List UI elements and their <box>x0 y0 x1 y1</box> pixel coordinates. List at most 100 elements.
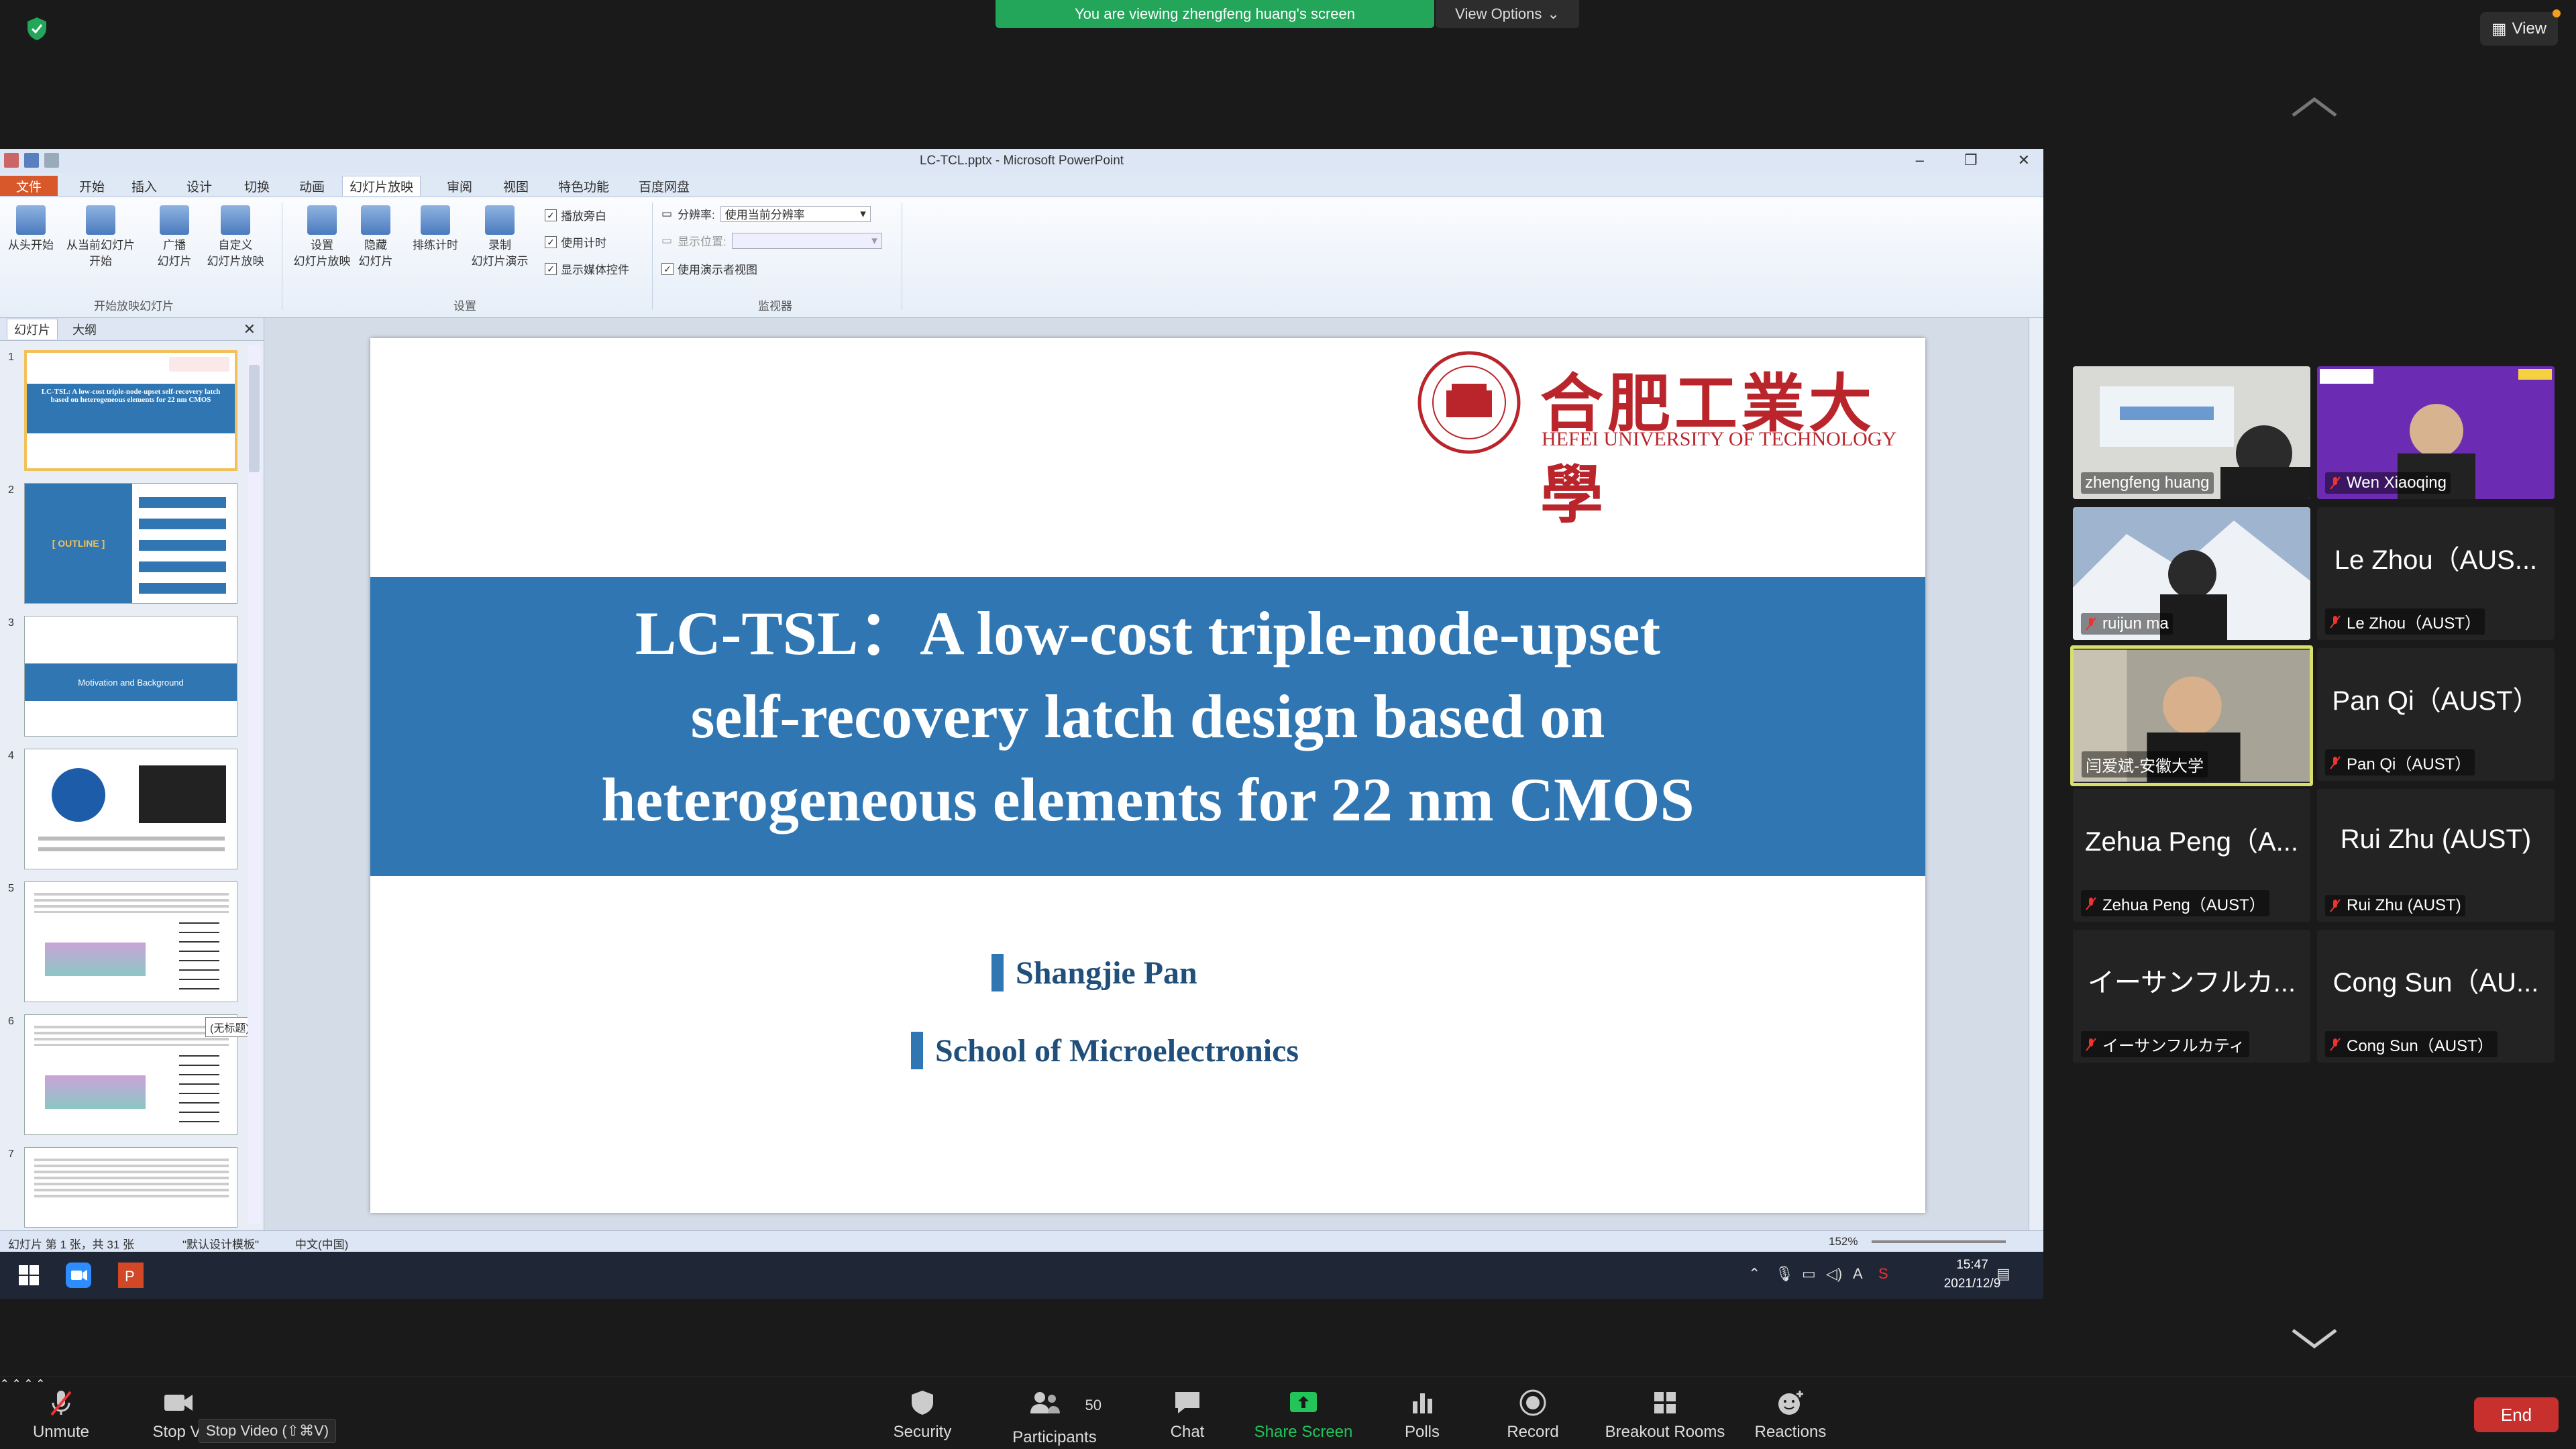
volume-tray-icon[interactable]: ◁) <box>1826 1265 1842 1283</box>
participant-tile[interactable]: Pan Qi（AUST） Pan Qi（AUST） <box>2317 648 2555 781</box>
reactions-label: Reactions <box>1754 1423 1827 1441</box>
end-meeting-button[interactable]: End <box>2474 1397 2559 1432</box>
gallery-up-icon[interactable] <box>2289 94 2340 121</box>
save-icon[interactable] <box>24 153 39 168</box>
view-button[interactable]: ▦ View <box>2480 9 2561 46</box>
unmute-button[interactable]: Unmute <box>31 1388 91 1442</box>
chat-button[interactable]: Chat <box>1161 1388 1214 1442</box>
broadcast-button[interactable]: 广播 幻灯片 <box>148 205 201 270</box>
reactions-button[interactable]: Reactions <box>1754 1388 1827 1442</box>
breakout-rooms-button[interactable]: Breakout Rooms <box>1598 1388 1732 1442</box>
slide-thumbnail-2[interactable]: [ OUTLINE ] <box>24 483 237 604</box>
share-screen-button[interactable]: Share Screen <box>1246 1388 1360 1442</box>
notification-center-icon[interactable]: ▤ <box>1996 1265 2010 1283</box>
undo-icon[interactable] <box>44 153 59 168</box>
participant-name-tag: Le Zhou（AUST） <box>2325 608 2485 635</box>
security-button[interactable]: Security <box>885 1388 959 1442</box>
participant-tile-active-speaker[interactable]: 闫爱斌-安徽大学 <box>2070 645 2313 786</box>
thumb-number: 4 <box>8 750 14 761</box>
record-show-label: 录制 <box>488 239 511 252</box>
zoom-slider[interactable] <box>1872 1240 2006 1243</box>
from-current-button[interactable]: 从当前幻灯片 开始 <box>60 205 141 270</box>
group-start-label: 开始放映幻灯片 <box>94 300 174 313</box>
setup-show-button[interactable]: 设置 幻灯片放映 <box>288 205 356 270</box>
slide-canvas[interactable]: 合肥工業大學 HEFEI UNIVERSITY OF TECHNOLOGY LC… <box>370 338 1925 1213</box>
narration-checkbox[interactable]: ✓ 播放旁白 <box>545 207 606 223</box>
slide-thumbnail-1[interactable]: LC-TSL: A low-cost triple-node-upset sel… <box>24 350 237 471</box>
tray-chevron-icon[interactable]: ⌃ <box>1748 1265 1760 1283</box>
tab-outline[interactable]: 大纲 <box>72 321 97 338</box>
display-location-dropdown[interactable]: ▭ 显示位置: ▾ <box>661 232 882 249</box>
network-tray-icon[interactable]: ▭ <box>1802 1265 1816 1283</box>
minimize-icon[interactable]: – <box>1916 152 1924 169</box>
slide-thumbnail-7[interactable] <box>24 1147 237 1228</box>
video-options-caret-icon[interactable]: ⌃ <box>12 1379 21 1390</box>
tab-view[interactable]: 视图 <box>496 176 535 196</box>
tab-slideshow[interactable]: 幻灯片放映 <box>342 176 421 196</box>
thumbnail-tooltip: (无标题) <box>205 1017 254 1037</box>
slide-thumbnail-3[interactable]: Motivation and Background <box>24 616 237 737</box>
slide-title: LC-TSL：A low-cost triple-node-upset self… <box>397 592 1898 841</box>
participant-tile[interactable]: Zehua Peng（A... Zehua Peng（AUST） <box>2073 789 2310 922</box>
setup-label: 设置 <box>311 239 333 252</box>
record-show-button[interactable]: 录制 幻灯片演示 <box>463 205 537 270</box>
setup-label-2: 幻灯片放映 <box>293 255 351 268</box>
record-button[interactable]: Record <box>1503 1388 1563 1442</box>
participant-tile[interactable]: Cong Sun（AU... Cong Sun（AUST） <box>2317 930 2555 1063</box>
polls-button[interactable]: Polls <box>1395 1388 1449 1442</box>
tab-review[interactable]: 审阅 <box>440 176 479 196</box>
thumb-number: 3 <box>8 617 14 629</box>
tab-transitions[interactable]: 切换 <box>237 176 276 196</box>
rehearse-button[interactable]: 排练计时 <box>407 205 464 254</box>
presenter-view-checkbox[interactable]: ✓ 使用演示者视图 <box>661 260 757 277</box>
close-icon[interactable]: ✕ <box>244 321 256 338</box>
close-icon[interactable]: ✕ <box>2018 152 2030 169</box>
thumb-number: 7 <box>8 1148 14 1160</box>
participant-tile[interactable]: zhengfeng huang <box>2073 366 2310 499</box>
audio-options-caret-icon[interactable]: ⌃ <box>0 1379 9 1390</box>
thumb-text-block <box>34 1026 229 1046</box>
sogou-tray-icon[interactable]: S <box>1878 1265 1888 1283</box>
view-options-button[interactable]: View Options ⌄ <box>1436 0 1579 28</box>
resolution-dropdown[interactable]: ▭ 分辨率: 使用当前分辨率 ▾ <box>661 205 871 222</box>
ime-tray-icon[interactable]: A <box>1853 1265 1863 1283</box>
tab-slides[interactable]: 幻灯片 <box>7 319 58 339</box>
participants-count: 50 <box>1085 1397 1102 1413</box>
zoom-app-icon[interactable] <box>64 1261 93 1289</box>
dropdown-arrow-icon: ▾ <box>860 207 866 220</box>
media-controls-checkbox[interactable]: ✓ 显示媒体控件 <box>545 260 629 277</box>
participants-button[interactable]: 50 Participants <box>1008 1388 1102 1447</box>
tab-animations[interactable]: 动画 <box>292 176 331 196</box>
participant-tile[interactable]: Wen Xiaoqing <box>2317 366 2555 499</box>
participant-tile[interactable]: イーサンフルカ... イーサンフルカティ <box>2073 930 2310 1063</box>
slide-thumbnail-5[interactable] <box>24 881 237 1002</box>
thumbnail-scrollbar[interactable] <box>248 345 261 1224</box>
tab-file[interactable]: 文件 <box>0 176 58 196</box>
maximize-icon[interactable]: ❐ <box>1964 152 1978 169</box>
zoom-level[interactable]: 152% <box>1829 1235 1858 1248</box>
tab-design[interactable]: 设计 <box>180 176 219 196</box>
tab-baidu[interactable]: 百度网盘 <box>632 176 696 196</box>
tab-home[interactable]: 开始 <box>72 176 111 196</box>
participant-tile[interactable]: Rui Zhu (AUST) Rui Zhu (AUST) <box>2317 789 2555 922</box>
scroll-thumb[interactable] <box>249 365 260 472</box>
hide-slide-button[interactable]: 隐藏 幻灯片 <box>356 205 396 270</box>
from-start-button[interactable]: 从头开始 <box>4 205 58 254</box>
custom-show-button[interactable]: 自定义 幻灯片放映 <box>199 205 272 270</box>
slide-scrollbar[interactable] <box>2029 318 2043 1230</box>
tab-insert[interactable]: 插入 <box>125 176 164 196</box>
thumb-number: 6 <box>8 1016 14 1027</box>
tab-features[interactable]: 特色功能 <box>551 176 616 196</box>
participant-tile[interactable]: Le Zhou（AUS... Le Zhou（AUST） <box>2317 507 2555 640</box>
slide-thumbnail-4[interactable] <box>24 749 237 869</box>
view-options-label: View Options <box>1455 5 1542 22</box>
participant-name-tag: Cong Sun（AUST） <box>2325 1031 2498 1057</box>
thumb-diagram <box>45 1075 146 1109</box>
gallery-down-icon[interactable] <box>2289 1325 2340 1352</box>
powerpoint-app-icon[interactable]: P <box>117 1261 145 1289</box>
microphone-tray-icon[interactable]: 🎙 <box>1775 1265 1794 1283</box>
timing-checkbox[interactable]: ✓ 使用计时 <box>545 233 606 250</box>
participant-name: Pan Qi（AUST） <box>2347 755 2471 773</box>
participant-tile[interactable]: ruijun ma <box>2073 507 2310 640</box>
windows-start-icon[interactable] <box>15 1261 43 1289</box>
